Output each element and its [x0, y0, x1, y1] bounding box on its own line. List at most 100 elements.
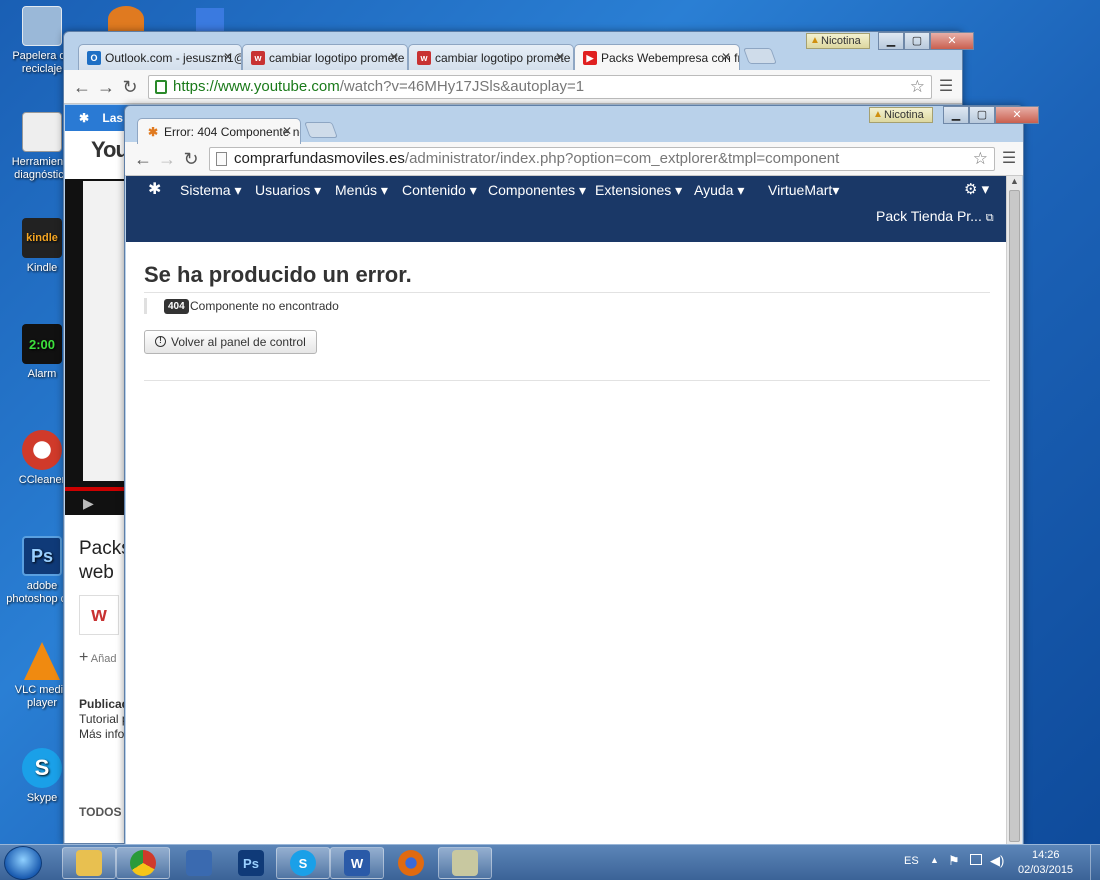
clock-time[interactable]: 14:26	[1032, 849, 1060, 861]
menu-label: Extensiones	[595, 182, 672, 198]
taskbar-skype[interactable]: S	[276, 847, 330, 879]
new-tab-button[interactable]	[743, 48, 777, 64]
recycle-bin-icon	[22, 6, 62, 46]
menu-ayuda[interactable]: Ayuda ▾	[694, 182, 744, 198]
menu-label: Usuarios	[255, 182, 311, 198]
minimize-button[interactable]: ▁	[878, 32, 904, 50]
menu-label: Menús	[335, 182, 378, 198]
close-icon[interactable]: ✕	[721, 50, 731, 64]
youtube-logo[interactable]: You	[91, 137, 129, 163]
tab-webempresa-2[interactable]: w cambiar logotipo promete ✕	[408, 44, 574, 70]
menu-icon[interactable]: ☰	[1001, 150, 1017, 168]
close-window-button[interactable]: ✕	[995, 106, 1039, 124]
taskbar-firefox[interactable]	[384, 847, 438, 879]
channel-avatar[interactable]: w	[79, 595, 119, 635]
joomla-icon: ✱	[146, 125, 160, 139]
settings-gear-icon[interactable]: ⚙ ▾	[964, 182, 989, 198]
description: Publicad Tutorial p Más infor	[79, 697, 129, 742]
taskbar-photoshop[interactable]: Ps	[224, 847, 278, 879]
joomla-logo-icon[interactable]: ✱	[148, 182, 161, 198]
scrollbar-thumb[interactable]	[1009, 190, 1020, 842]
taskbar-chrome[interactable]	[116, 847, 170, 879]
kindle-icon: kindle	[22, 218, 62, 258]
webempresa-icon: w	[251, 51, 265, 65]
menu-contenido[interactable]: Contenido ▾	[402, 182, 477, 198]
error-code-badge: 404	[164, 299, 189, 314]
play-icon[interactable]: ▶	[83, 495, 94, 512]
tab-webempresa-1[interactable]: w cambiar logotipo promete ✕	[242, 44, 408, 70]
address-bar[interactable]: comprarfundasmoviles.es/administrator/in…	[209, 147, 995, 171]
menu-icon[interactable]: ☰	[938, 78, 954, 96]
desktop-icon-top-partial[interactable]	[108, 6, 144, 32]
youtube-icon: ▶	[583, 51, 597, 65]
taskbar-tools[interactable]	[172, 847, 226, 879]
star-icon: ✱	[79, 111, 90, 125]
page-viewport: ✱ Sistema ▾ Usuarios ▾ Menús ▾ Contenido…	[126, 176, 1022, 844]
bookmark-star-icon[interactable]: ☆	[910, 76, 925, 98]
webempresa-icon: w	[417, 51, 431, 65]
error-title: Se ha producido un error.	[144, 262, 412, 287]
calculator-icon	[22, 112, 62, 152]
network-icon[interactable]	[970, 854, 982, 865]
close-window-button[interactable]: ✕	[930, 32, 974, 50]
menu-componentes[interactable]: Componentes ▾	[488, 182, 586, 198]
maximize-button[interactable]: ▢	[904, 32, 930, 50]
menu-extensiones[interactable]: Extensiones ▾	[595, 182, 682, 198]
alarm-clock-icon: 2:00	[22, 324, 62, 364]
tab-strip: O Outlook.com - jesuszm1@ ✕ w cambiar lo…	[64, 32, 974, 70]
skype-icon: S	[290, 850, 316, 876]
address-bar[interactable]: https://www.youtube.com/watch?v=46MHy17J…	[148, 75, 932, 99]
taskbar-explorer[interactable]	[62, 847, 116, 879]
back-to-dashboard-button[interactable]: ! Volver al panel de control	[144, 330, 317, 354]
plus-icon: +	[79, 649, 89, 666]
menu-label: Contenido	[402, 182, 466, 198]
reload-icon[interactable]: ↻	[181, 149, 201, 169]
language-indicator[interactable]: ES	[904, 855, 919, 867]
reload-icon[interactable]: ↻	[120, 77, 140, 97]
scroll-up-arrow-icon[interactable]: ▲	[1010, 176, 1019, 186]
clock-date[interactable]: 02/03/2015	[1018, 864, 1073, 876]
menu-sistema[interactable]: Sistema ▾	[180, 182, 242, 198]
warning-icon: ▲	[810, 35, 820, 46]
site-link[interactable]: Pack Tienda Pr... ⧉	[876, 208, 994, 226]
warning-icon: ▲	[873, 109, 883, 120]
menu-usuarios[interactable]: Usuarios ▾	[255, 182, 321, 198]
browser-toolbar: ← → ↻ https://www.youtube.com/watch?v=46…	[64, 70, 962, 104]
desktop-icon-docs-partial[interactable]	[196, 8, 224, 32]
start-button[interactable]	[4, 846, 42, 880]
tab-strip: ✱ Error: 404 Componente nc ✕ ▲ Nicotina …	[125, 106, 1039, 144]
vertical-scrollbar[interactable]: ▲	[1006, 176, 1022, 844]
taskbar-app[interactable]	[438, 847, 492, 879]
menu-virtuemart[interactable]: VirtueMart▾	[768, 182, 839, 198]
tab-youtube[interactable]: ▶ Packs Webempresa con fr ✕	[574, 44, 740, 70]
tab-outlook[interactable]: O Outlook.com - jesuszm1@ ✕	[78, 44, 242, 70]
action-center-flag-icon[interactable]: ⚑	[948, 853, 960, 869]
close-icon[interactable]: ✕	[389, 50, 399, 64]
taskbar-word[interactable]: W	[330, 847, 384, 879]
joomla-content: Se ha producido un error. 404 Componente…	[126, 242, 1006, 844]
maximize-button[interactable]: ▢	[969, 106, 995, 124]
back-button-label: Volver al panel de control	[171, 335, 306, 349]
new-tab-button[interactable]	[304, 122, 338, 138]
back-arrow-icon[interactable]: ←	[133, 149, 153, 169]
minimize-button[interactable]: ▁	[943, 106, 969, 124]
back-arrow-icon[interactable]: ←	[72, 77, 92, 97]
close-icon[interactable]: ✕	[282, 124, 292, 138]
close-icon[interactable]: ✕	[223, 50, 233, 64]
profile-badge[interactable]: ▲ Nicotina	[806, 33, 870, 49]
show-hidden-icons-arrow-icon[interactable]: ▲	[930, 855, 939, 865]
show-desktop-button[interactable]	[1090, 845, 1100, 880]
forward-arrow-icon[interactable]: →	[96, 77, 116, 97]
tab-joomla-error[interactable]: ✱ Error: 404 Componente nc ✕	[137, 118, 301, 144]
add-to-label: Añad	[90, 653, 117, 665]
description-line: Tutorial p	[79, 712, 129, 726]
volume-icon[interactable]: ◀)	[990, 853, 1004, 869]
add-to-button[interactable]: + Añad	[79, 649, 117, 667]
menu-menus[interactable]: Menús ▾	[335, 182, 388, 198]
taskbar: Ps S W ES ▲ ⚑ ◀) 14:26 02/03/2015	[0, 844, 1100, 880]
app-icon	[452, 850, 478, 876]
close-icon[interactable]: ✕	[555, 50, 565, 64]
bookmark-star-icon[interactable]: ☆	[973, 148, 988, 170]
profile-badge[interactable]: ▲ Nicotina	[869, 107, 933, 123]
forward-arrow-icon[interactable]: →	[157, 149, 177, 169]
